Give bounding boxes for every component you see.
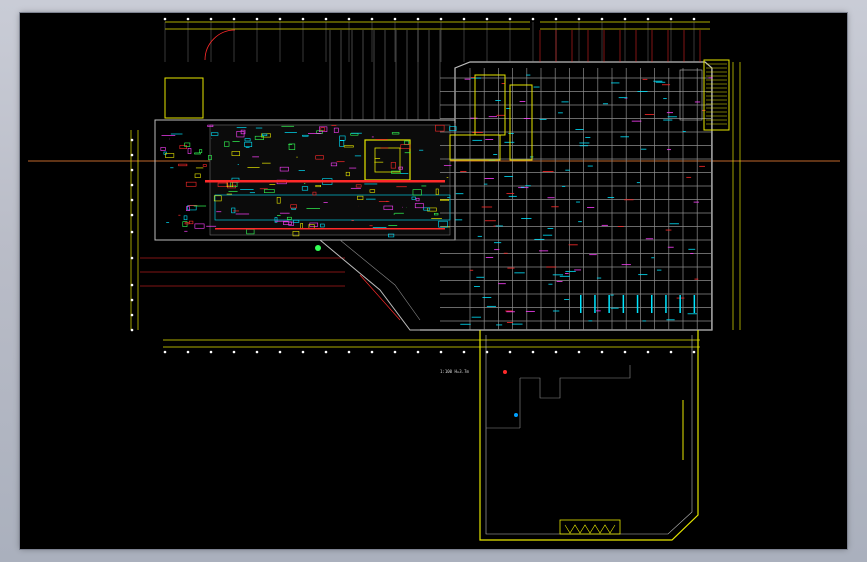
grid-bubble [130, 313, 134, 317]
grid-bubble [393, 17, 397, 21]
grid-bubble [255, 17, 259, 21]
grid-bubble [646, 17, 650, 21]
grid-bubble [623, 350, 627, 354]
grid-bubble [554, 350, 558, 354]
grid-bubble [209, 17, 213, 21]
grid-bubble [439, 350, 443, 354]
grid-bubble [324, 350, 328, 354]
grid-bubble [130, 328, 134, 332]
grid-bubble [347, 17, 351, 21]
room-detail [189, 220, 194, 225]
grid-bubble [130, 283, 134, 287]
column-tag [651, 295, 653, 313]
grid-bubble [209, 350, 213, 354]
grid-bubble [278, 350, 282, 354]
column-tag [594, 295, 596, 313]
grid-bubble [646, 350, 650, 354]
grid-bubble [508, 17, 512, 21]
room-detail [187, 148, 192, 154]
column-tag [665, 295, 667, 313]
grid-bubble [301, 17, 305, 21]
floor-plan-drawing: 1:100 H=3.7m [28, 17, 840, 541]
stair-block [679, 59, 730, 131]
drawing-viewport[interactable]: 1:100 H=3.7m [20, 13, 847, 549]
grid-bubble [508, 350, 512, 354]
column-tag [679, 295, 681, 313]
grid-bubble [130, 256, 134, 260]
column-tag [622, 295, 625, 313]
room-detail [194, 173, 201, 178]
grid-bubble [130, 230, 134, 234]
core-outline [449, 134, 501, 161]
grid-bubble [462, 17, 466, 21]
grid-bubble [324, 17, 328, 21]
grid-bubble [130, 298, 134, 302]
lower-extension [479, 330, 699, 541]
grid-bubble [163, 17, 167, 21]
room-detail [183, 215, 188, 221]
grid-bubble [692, 17, 696, 21]
column-tag [693, 295, 696, 313]
column-tag [636, 295, 639, 313]
grid-bubble [462, 350, 466, 354]
grid-bubble [416, 17, 420, 21]
grid-bubble [186, 17, 190, 21]
room-detail [160, 147, 166, 151]
grid-bubble [439, 17, 443, 21]
core-outline [509, 84, 533, 161]
grid-bubble [370, 17, 374, 21]
room-detail [194, 152, 201, 155]
grid-bubble [130, 138, 134, 142]
room-detail [184, 142, 191, 147]
grid-bubble [130, 183, 134, 187]
room-detail [178, 163, 188, 167]
grid-bubble [600, 350, 604, 354]
grid-bubble [485, 17, 489, 21]
grid-bubble [232, 17, 236, 21]
cad-window: 1:100 H=3.7m [0, 0, 867, 562]
grid-bubble [577, 17, 581, 21]
grid-bubble [600, 17, 604, 21]
grid-bubble [130, 198, 134, 202]
grid-bubble [301, 350, 305, 354]
grid-bubble [130, 213, 134, 217]
grid-bubble [186, 350, 190, 354]
room-detail [185, 181, 197, 187]
grid-bubble [278, 17, 282, 21]
right-dimension-lines [732, 62, 741, 330]
grid-bubble [669, 350, 673, 354]
grid-bubble [416, 350, 420, 354]
grid-bubble [393, 350, 397, 354]
column-tag [608, 295, 610, 313]
grid-bubble [669, 17, 673, 21]
grid-bubble [531, 350, 535, 354]
grid-bubble [623, 17, 627, 21]
grid-bubble [554, 17, 558, 21]
door-swing-arc [204, 29, 236, 61]
grid-bubble [692, 350, 696, 354]
grid-bubble [163, 350, 167, 354]
room-detail [202, 164, 207, 167]
scale-note: 1:100 H=3.7m [440, 369, 469, 374]
grid-bubble [370, 350, 374, 354]
room-detail [194, 223, 205, 229]
left-wing [154, 77, 456, 241]
grid-bubble [232, 350, 236, 354]
top-dimension-lines [165, 21, 710, 30]
room-detail [179, 145, 187, 149]
grid-bubble [130, 153, 134, 157]
column-tag [580, 295, 582, 313]
red-band [215, 228, 445, 230]
grid-bubble [347, 350, 351, 354]
grid-bubble [531, 17, 535, 21]
red-band [205, 180, 445, 183]
room-detail [199, 149, 203, 153]
grid-bubble [130, 168, 134, 172]
grid-bubble [255, 350, 259, 354]
grid-bubble [577, 350, 581, 354]
